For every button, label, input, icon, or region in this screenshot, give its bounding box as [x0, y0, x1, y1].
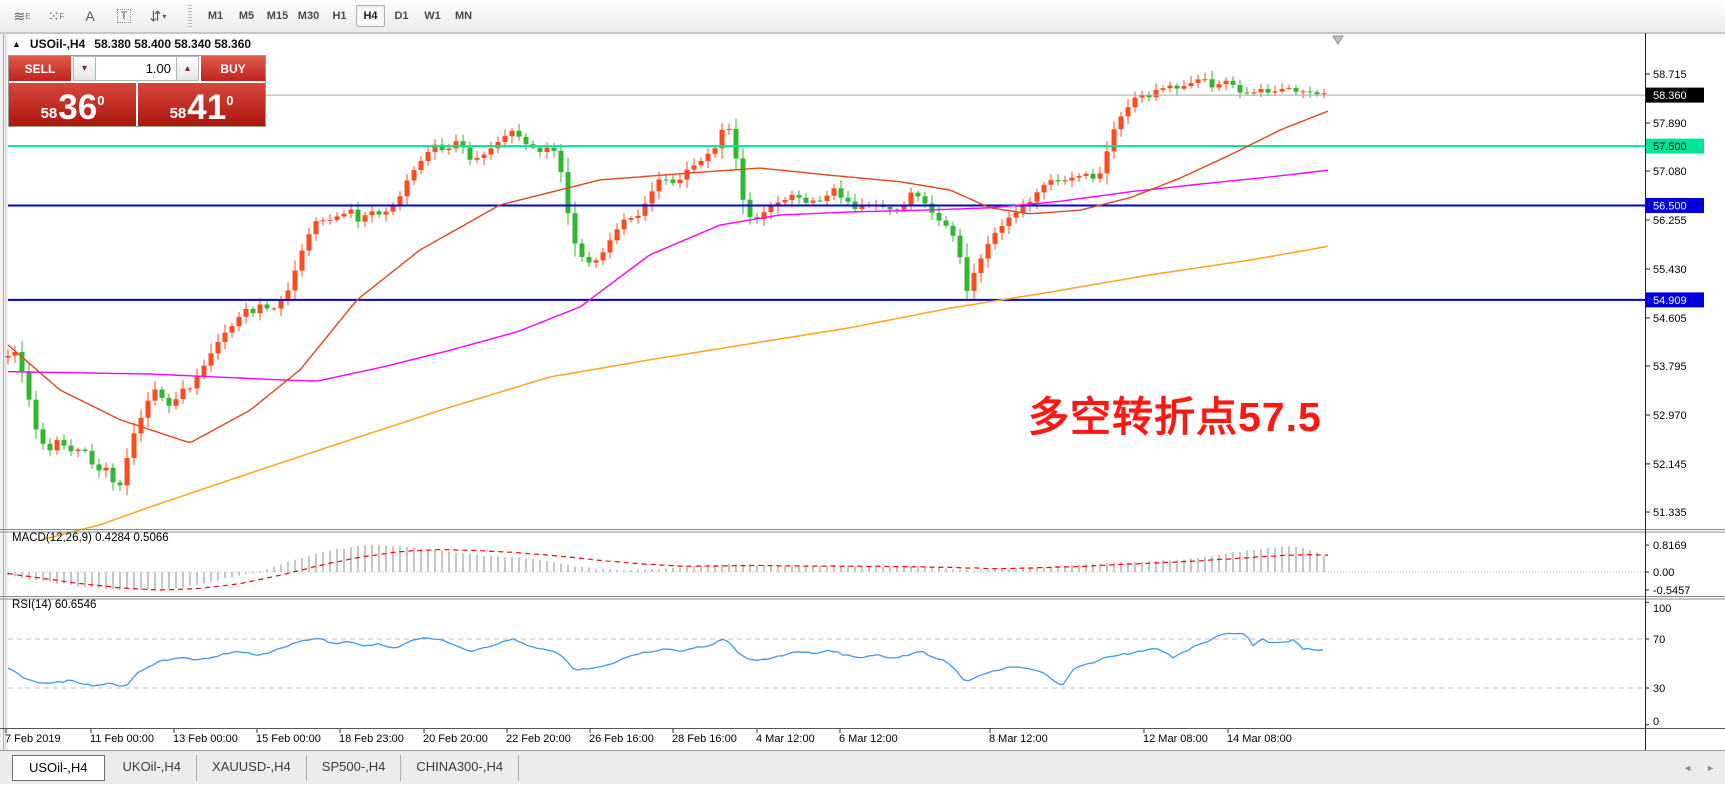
svg-text:15 Feb 00:00: 15 Feb 00:00 [256, 733, 321, 745]
timeframe-d1[interactable]: D1 [387, 5, 416, 27]
macd-label: MACD(12,26,9) 0.4284 0.5066 [12, 532, 169, 544]
volume-decrease-button[interactable]: ▾ [73, 56, 96, 81]
sell-button[interactable]: SELL [9, 56, 71, 81]
svg-text:7 Feb 2019: 7 Feb 2019 [5, 733, 61, 745]
sort-arrows-icon[interactable]: ⇵▾ [142, 3, 174, 29]
chart-text-annotation[interactable]: 多空转折点57.5 [1028, 383, 1322, 443]
sell-price-prefix: 58 [41, 106, 58, 121]
svg-text:56.255: 56.255 [1653, 215, 1687, 227]
svg-text:18 Feb 23:00: 18 Feb 23:00 [339, 733, 404, 745]
chart-tabs: USOil-,H4UKOil-,H4XAUUSD-,H4SP500-,H4CHI… [12, 755, 519, 781]
svg-text:4 Mar 12:00: 4 Mar 12:00 [756, 733, 815, 745]
svg-text:58.715: 58.715 [1653, 69, 1687, 81]
timeframe-buttons: M1M5M15M30H1H4D1W1MN [200, 5, 479, 27]
svg-text:20 Feb 20:00: 20 Feb 20:00 [423, 733, 488, 745]
svg-text:57.500: 57.500 [1653, 141, 1687, 153]
timeframe-mn[interactable]: MN [449, 5, 478, 27]
timeframe-h4[interactable]: H4 [356, 5, 385, 27]
svg-text:53.795: 53.795 [1653, 361, 1687, 373]
svg-text:-0.5457: -0.5457 [1653, 585, 1690, 597]
text-label-icon[interactable]: A [74, 3, 106, 29]
svg-text:8 Mar 12:00: 8 Mar 12:00 [989, 733, 1048, 745]
sell-price-main: 36 [58, 93, 97, 124]
text-box-icon[interactable]: T [108, 3, 140, 29]
chart-tab-china300-h4[interactable]: CHINA300-,H4 [401, 755, 519, 781]
svg-text:6 Mar 12:00: 6 Mar 12:00 [839, 733, 898, 745]
chart-symbol-label: USOil-,H4 [30, 37, 85, 51]
timeframe-w1[interactable]: W1 [418, 5, 447, 27]
buy-price-pip: 0 [226, 93, 233, 108]
buy-price-prefix: 58 [170, 106, 187, 121]
svg-text:54.605: 54.605 [1653, 313, 1687, 325]
svg-text:11 Feb 00:00: 11 Feb 00:00 [90, 733, 154, 745]
svg-text:30: 30 [1653, 683, 1665, 695]
svg-text:58.360: 58.360 [1653, 90, 1687, 102]
timeframe-m1[interactable]: M1 [201, 5, 230, 27]
indicator-e-icon[interactable]: ≋E [6, 3, 38, 29]
tab-scroll-right-icon[interactable]: ► [1706, 763, 1715, 773]
chart-header: ▲ USOil-,H4 58.380 58.400 58.340 58.360 [12, 37, 251, 51]
svg-text:52.145: 52.145 [1653, 459, 1687, 471]
svg-text:56.500: 56.500 [1653, 201, 1687, 213]
chart-ohlc-values: 58.380 58.400 58.340 58.360 [94, 37, 251, 51]
svg-text:26 Feb 16:00: 26 Feb 16:00 [589, 733, 654, 745]
svg-text:57.080: 57.080 [1653, 166, 1687, 178]
grid-f-icon[interactable]: ⁙F [40, 3, 72, 29]
svg-text:12 Mar 08:00: 12 Mar 08:00 [1143, 733, 1208, 745]
buy-button[interactable]: BUY [201, 56, 265, 81]
timeframe-m30[interactable]: M30 [294, 5, 323, 27]
collapse-trade-panel-icon[interactable]: ▲ [12, 39, 21, 49]
svg-text:0.00: 0.00 [1653, 567, 1674, 579]
chart-tab-sp500-h4[interactable]: SP500-,H4 [307, 755, 402, 781]
svg-text:28 Feb 16:00: 28 Feb 16:00 [672, 733, 737, 745]
toolbar-drag-handle[interactable] [188, 5, 192, 27]
tab-scroll-controls: ◄ ► [1683, 751, 1715, 785]
svg-text:14 Mar 08:00: 14 Mar 08:00 [1227, 733, 1292, 745]
sell-price-display[interactable]: 58360 [9, 83, 136, 126]
volume-value[interactable]: 1.00 [96, 56, 176, 81]
svg-text:0: 0 [1653, 716, 1659, 728]
buy-price-main: 41 [187, 93, 226, 124]
chart-tab-xauusd-h4[interactable]: XAUUSD-,H4 [197, 755, 307, 781]
svg-text:0.8169: 0.8169 [1653, 540, 1687, 552]
rsi-label: RSI(14) 60.6546 [12, 599, 96, 611]
svg-text:100: 100 [1653, 603, 1671, 615]
volume-stepper: ▾ 1.00 ▴ [71, 56, 201, 81]
timeframe-m5[interactable]: M5 [232, 5, 261, 27]
svg-text:22 Feb 20:00: 22 Feb 20:00 [506, 733, 571, 745]
buy-price-display[interactable]: 58410 [138, 83, 265, 126]
svg-text:55.430: 55.430 [1653, 264, 1687, 276]
chart-tab-usoil-h4[interactable]: USOil-,H4 [12, 755, 105, 781]
one-click-trade-panel: SELL ▾ 1.00 ▴ BUY 58360 58410 [8, 55, 266, 127]
svg-text:54.909: 54.909 [1653, 295, 1687, 307]
timeframe-h1[interactable]: H1 [325, 5, 354, 27]
chart-tab-ukoil-h4[interactable]: UKOil-,H4 [108, 755, 198, 781]
sell-price-pip: 0 [97, 93, 104, 108]
svg-text:51.335: 51.335 [1653, 507, 1687, 519]
timeframe-m15[interactable]: M15 [263, 5, 292, 27]
svg-text:57.890: 57.890 [1653, 118, 1687, 130]
svg-text:13 Feb 00:00: 13 Feb 00:00 [173, 733, 238, 745]
tab-scroll-left-icon[interactable]: ◄ [1683, 763, 1692, 773]
svg-text:52.970: 52.970 [1653, 410, 1687, 422]
main-toolbar: ≋E⁙FAT⇵▾ M1M5M15M30H1H4D1W1MN [0, 0, 1725, 33]
chart-tab-bar: USOil-,H4UKOil-,H4XAUUSD-,H4SP500-,H4CHI… [0, 750, 1725, 784]
svg-text:70: 70 [1653, 634, 1665, 646]
volume-increase-button[interactable]: ▴ [176, 56, 199, 81]
